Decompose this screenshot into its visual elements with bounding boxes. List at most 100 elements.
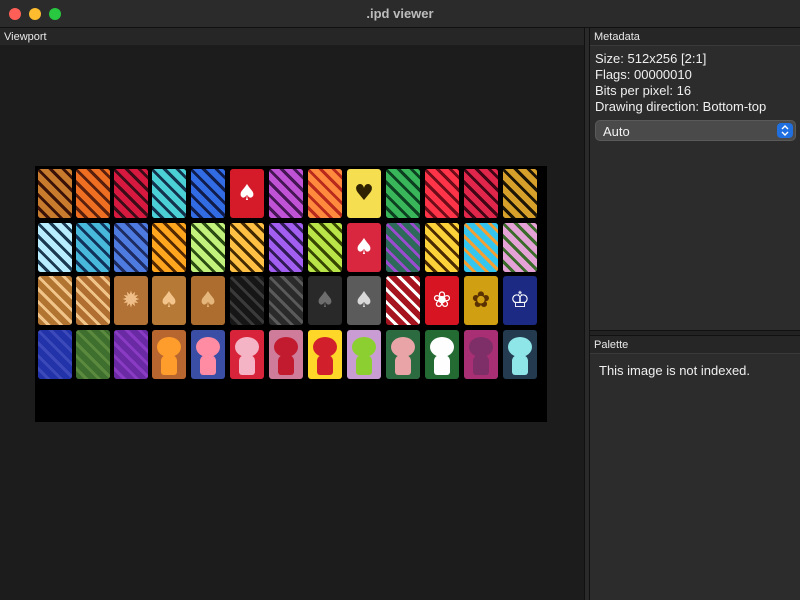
circuit-pattern-blue [114, 223, 148, 272]
pattern-fill [308, 223, 342, 272]
pattern-fill [386, 169, 420, 218]
metadata-bpp: Bits per pixel: 16 [595, 83, 692, 98]
pattern-fill [269, 169, 303, 218]
card-glyph: ♥ [354, 180, 374, 206]
frame-pattern-red [114, 169, 148, 218]
card-glyph: ✹ [121, 287, 141, 313]
pattern-fill [38, 169, 72, 218]
pattern-fill [76, 223, 110, 272]
palette-box: This image is not indexed. [590, 353, 800, 600]
character-body [473, 355, 489, 375]
diamond-pattern-navy [386, 223, 420, 272]
dark-card-apple [269, 276, 303, 325]
pattern-fill [114, 169, 148, 218]
metadata-direction: Drawing direction: Bottom-top [595, 99, 767, 114]
character-body [317, 355, 333, 375]
metadata-label: Metadata [594, 31, 640, 43]
character-body [356, 355, 372, 375]
dark-card [230, 276, 264, 325]
pattern-fill [308, 169, 342, 218]
character-head [274, 337, 298, 357]
pattern-fill [386, 276, 420, 325]
card-glyph: ♠ [354, 287, 374, 313]
knot-pattern-cyan [152, 169, 186, 218]
pattern-fill [38, 223, 72, 272]
palette-panel: Palette This image is not indexed. [590, 336, 800, 600]
pattern-fill [191, 223, 225, 272]
character-head [352, 337, 376, 357]
dark-card-spade: ♠ [308, 276, 342, 325]
wood-card-sun: ✹ [114, 276, 148, 325]
pattern-fill [230, 276, 264, 325]
red-card-flower: ❀ [425, 276, 459, 325]
card-glyph: ♠ [237, 180, 257, 206]
wood-card-apple [76, 276, 110, 325]
wave-pattern-gold [230, 223, 264, 272]
character-magenta [464, 330, 498, 379]
cross-pattern-gold [503, 169, 537, 218]
pattern-fill [76, 330, 110, 379]
title-bar: .ipd viewer [0, 0, 800, 28]
character-head [313, 337, 337, 357]
pattern-fill [425, 169, 459, 218]
character-head [430, 337, 454, 357]
metadata-size: Size: 512x256 [2:1] [595, 51, 707, 66]
pattern-fill [464, 169, 498, 218]
gold-card-flower: ✿ [464, 276, 498, 325]
character-blue [191, 330, 225, 379]
knot-pattern-amber [152, 223, 186, 272]
metadata-panel: Metadata Size: 512x256 [2:1] Flags: 0000… [590, 28, 800, 330]
wood-card-spade-alt: ♠ [191, 276, 225, 325]
character-body [512, 355, 528, 375]
metadata-flags: Flags: 00000010 [595, 67, 692, 82]
character-head [469, 337, 493, 357]
card-glyph: ♠ [315, 287, 335, 313]
character-body [161, 355, 177, 375]
character-head [196, 337, 220, 357]
pattern-fill [76, 169, 110, 218]
pattern-fill [425, 223, 459, 272]
character-lilac [347, 330, 381, 379]
pattern-fill [503, 223, 537, 272]
pattern-fill [38, 276, 72, 325]
pattern-fill [191, 169, 225, 218]
character-green [386, 330, 420, 379]
drawing-direction-select[interactable]: Auto [595, 120, 796, 141]
pattern-fill [464, 223, 498, 272]
character-orange [152, 330, 186, 379]
character-body [395, 355, 411, 375]
pattern-fill [269, 276, 303, 325]
pattern-fill [386, 223, 420, 272]
swirl-pattern-cyan [76, 223, 110, 272]
wood-card-spade: ♠ [152, 276, 186, 325]
character-body [200, 355, 216, 375]
green-card-plain [76, 330, 110, 379]
character-head [235, 337, 259, 357]
viewport-header: Viewport [0, 28, 584, 45]
pattern-fill [38, 330, 72, 379]
character-yellow [308, 330, 342, 379]
silver-card-spade: ♠ [347, 276, 381, 325]
medallion-pattern-cyan [464, 223, 498, 272]
swirl-pattern-violet [269, 223, 303, 272]
swirl-pattern-purple [269, 169, 303, 218]
pattern-fill [114, 330, 148, 379]
pattern-fill [152, 223, 186, 272]
card-glyph: ♠ [159, 287, 179, 313]
suit-pattern-red: ♠ [230, 169, 264, 218]
chevron-pattern-yellow [425, 223, 459, 272]
spiral-pattern-blue [191, 169, 225, 218]
wood-card [38, 276, 72, 325]
character-darkgreen [425, 330, 459, 379]
flower-pattern-pink [503, 223, 537, 272]
pattern-fill [114, 223, 148, 272]
character-head [508, 337, 532, 357]
pattern-fill [152, 169, 186, 218]
chevron-updown-icon [777, 123, 793, 138]
swirl-pattern-lime [308, 223, 342, 272]
metadata-box: Size: 512x256 [2:1] Flags: 00000010 Bits… [590, 45, 800, 330]
vine-pattern-green [386, 169, 420, 218]
character-head [391, 337, 415, 357]
ornate-pattern-brown [38, 169, 72, 218]
blue-card-chess: ♔ [503, 276, 537, 325]
